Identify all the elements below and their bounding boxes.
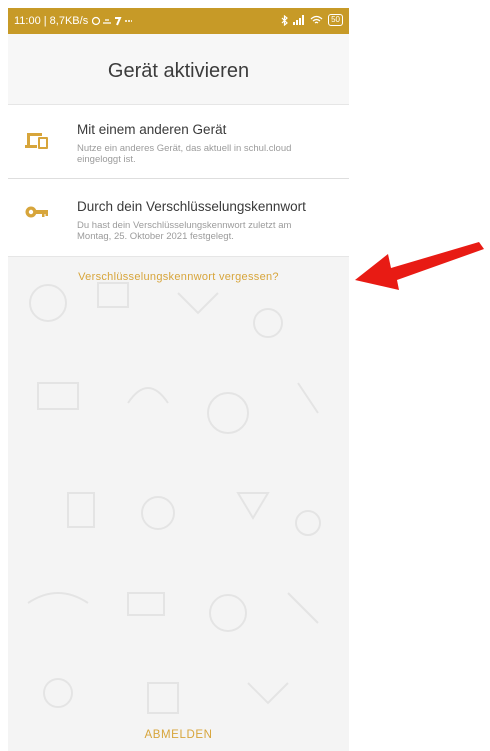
option-subtitle: Du hast dein Verschlüsselungskennwort zu…	[77, 220, 292, 242]
notification-icons	[92, 16, 133, 26]
option-subtitle: Nutze ein anderes Gerät, das aktuell in …	[77, 143, 292, 165]
phone-screen: 11:00 | 8,7KB/s 50 Gerät aktivieren Mit …	[8, 8, 349, 751]
battery-icon: 50	[328, 14, 343, 26]
option-title: Durch dein Verschlüsselungskennwort	[77, 199, 306, 214]
app-bar: Gerät aktivieren	[8, 34, 349, 104]
devices-icon	[25, 133, 48, 149]
option-title: Mit einem anderen Gerät	[77, 122, 227, 137]
option-other-device[interactable]: Mit einem anderen Gerät Nutze ein andere…	[8, 104, 349, 179]
annotation-arrow	[355, 242, 484, 290]
forgot-password-link[interactable]: Verschlüsselungskennwort vergessen?	[8, 271, 349, 283]
page-title: Gerät aktivieren	[107, 60, 250, 82]
background-pattern	[27, 282, 321, 714]
status-time-speed: 11:00 | 8,7KB/s	[14, 15, 89, 27]
wifi-icon	[310, 15, 323, 24]
option-encryption-password[interactable]: Durch dein Verschlüsselungskennwort Du h…	[8, 178, 349, 257]
status-bar: 11:00 | 8,7KB/s 50	[8, 8, 349, 34]
bluetooth-icon	[281, 14, 288, 26]
logout-button[interactable]: ABMELDEN	[8, 729, 349, 741]
key-icon	[25, 206, 48, 218]
signal-icon	[293, 15, 305, 25]
